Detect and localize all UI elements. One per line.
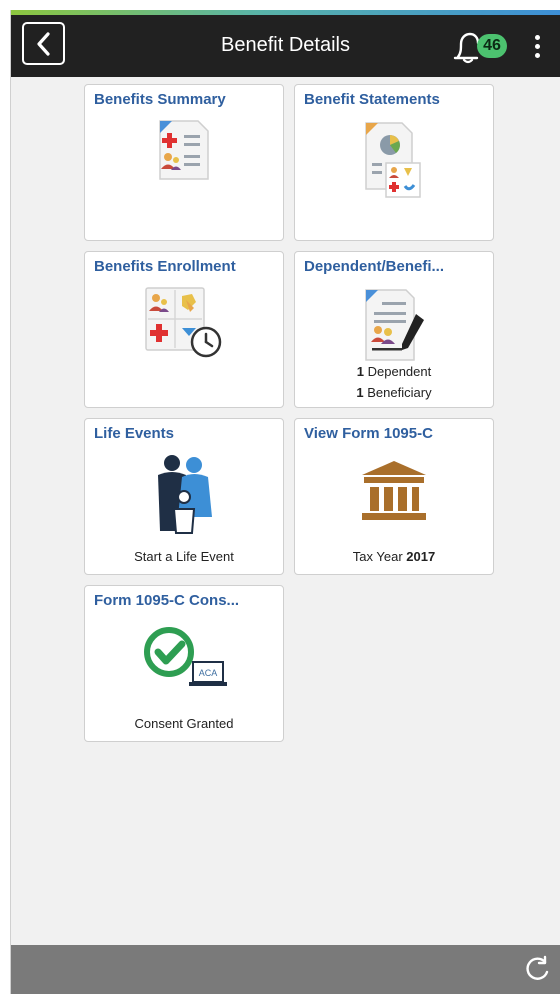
refresh-icon[interactable] — [523, 955, 551, 983]
medical-summary-icon — [159, 120, 209, 180]
tile-title: Life Events — [94, 425, 175, 442]
document-sign-icon — [365, 289, 424, 361]
family-icon — [158, 455, 212, 534]
beneficiary-count-line: 1 Beneficiary — [295, 385, 493, 400]
tax-year-label: Tax Year — [352, 549, 403, 564]
beneficiary-count: 1 — [356, 385, 364, 400]
tile-form-1095c-consent[interactable]: Form 1095-C Cons... ACA Consent Granted — [84, 585, 284, 742]
tile-title: Benefits Enrollment — [94, 258, 236, 275]
tax-year-caption: Tax Year 2017 — [295, 549, 493, 564]
tile-dependent-beneficiary[interactable]: Dependent/Benefi... 1 Dependent 1 Benefi… — [294, 251, 494, 408]
consent-caption: Consent Granted — [134, 716, 234, 731]
tile-life-events[interactable]: Life Events Start a Life Event — [84, 418, 284, 575]
app-frame: Benefit Details 46 Benefits Summary Bene… — [10, 10, 560, 994]
kebab-dot — [534, 53, 540, 58]
tile-title: Form 1095-C Cons... — [94, 592, 240, 609]
kebab-dot — [534, 35, 540, 40]
beneficiary-label: Beneficiary — [367, 385, 432, 400]
enrollment-clock-icon — [145, 287, 222, 358]
life-events-caption: Start a Life Event — [134, 549, 234, 564]
government-building-icon — [362, 461, 426, 520]
dependent-count-line: 1 Dependent — [295, 364, 493, 379]
tile-title: View Form 1095-C — [304, 425, 433, 442]
statement-chart-icon — [365, 122, 421, 198]
aca-label: ACA — [199, 668, 218, 678]
dependent-label: Dependent — [367, 364, 432, 379]
app-footer — [11, 945, 560, 994]
tile-view-form-1095c[interactable]: View Form 1095-C Tax Year 2017 — [294, 418, 494, 575]
notification-count-badge: 46 — [477, 34, 507, 58]
tile-benefits-summary[interactable]: Benefits Summary — [84, 84, 284, 241]
tile-title: Benefit Statements — [304, 91, 440, 108]
check-laptop-icon: ACA — [144, 627, 227, 686]
more-options-button[interactable] — [527, 31, 547, 65]
kebab-dot — [534, 44, 540, 49]
tile-benefits-enrollment[interactable]: Benefits Enrollment — [84, 251, 284, 408]
tile-benefit-statements[interactable]: Benefit Statements — [294, 84, 494, 241]
app-header: Benefit Details 46 — [11, 15, 560, 77]
tile-title: Dependent/Benefi... — [304, 258, 445, 275]
dependent-count: 1 — [356, 364, 364, 379]
tax-year-value: 2017 — [406, 549, 436, 564]
tile-title: Benefits Summary — [94, 91, 226, 108]
